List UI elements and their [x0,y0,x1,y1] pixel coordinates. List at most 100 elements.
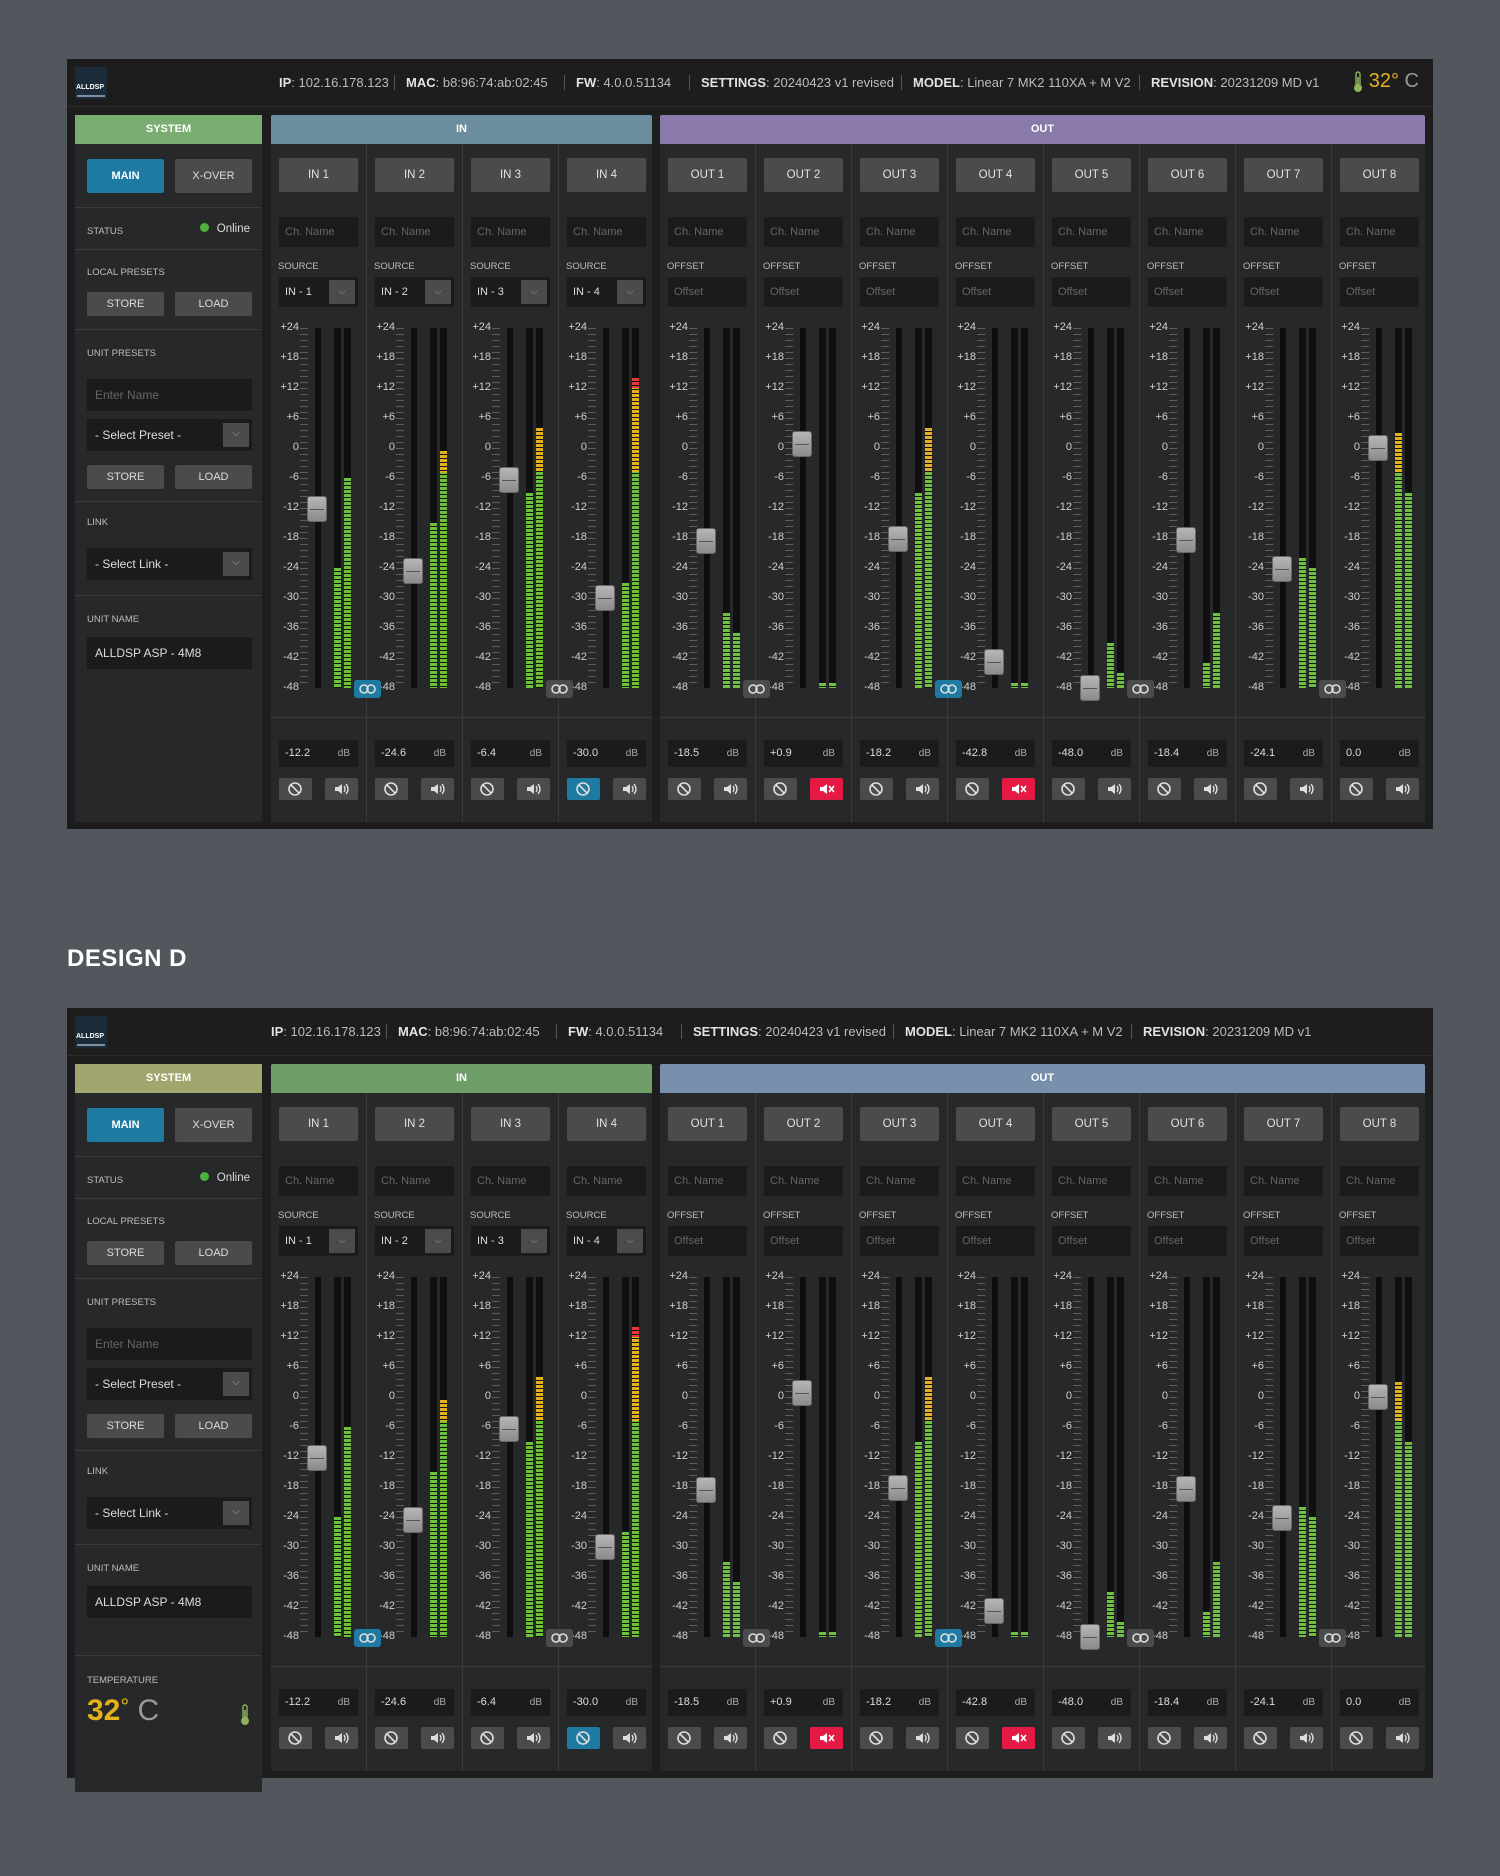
channel-name-input[interactable]: Ch. Name [1340,1166,1419,1196]
link-channels-button[interactable] [546,1629,573,1647]
main-button[interactable]: MAIN [87,1108,164,1142]
link-channels-button[interactable] [354,680,381,698]
gain-value-field[interactable]: -18.5 dB [668,740,747,767]
mute-button[interactable] [1386,1727,1419,1749]
mute-button[interactable] [906,778,939,800]
fader-handle[interactable] [792,1379,812,1406]
link-select[interactable]: - Select Link - ⌵ [87,548,252,580]
channel-button[interactable]: IN 2 [375,158,454,192]
link-channels-button[interactable] [546,680,573,698]
gain-value-field[interactable]: +0.9 dB [764,740,843,767]
channel-name-input[interactable]: Ch. Name [764,1166,843,1196]
offset-input[interactable]: Offset [860,1226,939,1256]
channel-name-input[interactable]: Ch. Name [668,217,747,247]
channel-name-input[interactable]: Ch. Name [471,217,550,247]
fader-handle[interactable] [499,467,519,493]
gain-value-field[interactable]: -30.0 dB [567,1689,646,1716]
link-select[interactable]: - Select Link - ⌵ [87,1497,252,1529]
mute-button[interactable] [421,778,454,800]
link-channels-button[interactable] [743,1629,770,1647]
channel-name-input[interactable]: Ch. Name [668,1166,747,1196]
mute-button[interactable] [613,778,646,800]
channel-button[interactable]: OUT 5 [1052,1107,1131,1141]
channel-button[interactable]: IN 2 [375,1107,454,1141]
mute-button[interactable] [1002,778,1035,800]
phase-invert-button[interactable] [1148,1727,1181,1749]
source-select[interactable]: IN - 4 ⌵ [567,277,646,307]
fader-handle[interactable] [984,649,1004,675]
gain-value-field[interactable]: -24.1 dB [1244,1689,1323,1716]
channel-button[interactable]: OUT 1 [668,158,747,192]
source-select[interactable]: IN - 1 ⌵ [279,1226,358,1256]
phase-invert-button[interactable] [279,1727,312,1749]
gain-value-field[interactable]: -24.1 dB [1244,740,1323,767]
preset-name-input[interactable]: Enter Name [87,1328,252,1360]
mute-button[interactable] [1290,778,1323,800]
channel-button[interactable]: OUT 6 [1148,1107,1227,1141]
source-select[interactable]: IN - 1 ⌵ [279,277,358,307]
mute-button[interactable] [1098,1727,1131,1749]
channel-button[interactable]: OUT 3 [860,1107,939,1141]
offset-input[interactable]: Offset [764,277,843,307]
mute-button[interactable] [613,1727,646,1749]
mute-button[interactable] [1386,778,1419,800]
gain-value-field[interactable]: -6.4 dB [471,1689,550,1716]
channel-button[interactable]: OUT 5 [1052,158,1131,192]
source-select[interactable]: IN - 2 ⌵ [375,277,454,307]
gain-value-field[interactable]: -18.2 dB [860,1689,939,1716]
gain-value-field[interactable]: -42.8 dB [956,1689,1035,1716]
local-store-button[interactable]: STORE [87,292,164,316]
mute-button[interactable] [325,1727,358,1749]
local-store-button[interactable]: STORE [87,1241,164,1265]
channel-button[interactable]: OUT 3 [860,158,939,192]
phase-invert-button[interactable] [567,778,600,800]
link-channels-button[interactable] [743,680,770,698]
mute-button[interactable] [1194,1727,1227,1749]
channel-name-input[interactable]: Ch. Name [567,1166,646,1196]
channel-name-input[interactable]: Ch. Name [1340,217,1419,247]
fader-handle[interactable] [499,1416,519,1442]
link-channels-button[interactable] [354,1629,381,1647]
fader-handle[interactable] [1080,675,1100,701]
channel-button[interactable]: IN 3 [471,1107,550,1141]
channel-button[interactable]: IN 3 [471,158,550,192]
phase-invert-button[interactable] [1244,778,1277,800]
source-select[interactable]: IN - 2 ⌵ [375,1226,454,1256]
mute-button[interactable] [517,778,550,800]
fader-handle[interactable] [307,496,327,522]
channel-button[interactable]: OUT 8 [1340,1107,1419,1141]
phase-invert-button[interactable] [764,1727,797,1749]
phase-invert-button[interactable] [668,778,701,800]
offset-input[interactable]: Offset [860,277,939,307]
fader-handle[interactable] [1176,527,1196,553]
mute-button[interactable] [421,1727,454,1749]
preset-name-input[interactable]: Enter Name [87,379,252,411]
fader-handle[interactable] [888,1475,908,1501]
channel-name-input[interactable]: Ch. Name [1052,217,1131,247]
phase-invert-button[interactable] [471,778,504,800]
mute-button[interactable] [810,778,843,800]
channel-name-input[interactable]: Ch. Name [375,1166,454,1196]
source-select[interactable]: IN - 3 ⌵ [471,1226,550,1256]
gain-value-field[interactable]: -30.0 dB [567,740,646,767]
gain-value-field[interactable]: -48.0 dB [1052,740,1131,767]
fader-handle[interactable] [696,1476,716,1503]
gain-value-field[interactable]: -18.2 dB [860,740,939,767]
gain-value-field[interactable]: -18.4 dB [1148,740,1227,767]
gain-value-field[interactable]: -42.8 dB [956,740,1035,767]
fader-handle[interactable] [1272,555,1292,582]
phase-invert-button[interactable] [1244,1727,1277,1749]
fader-handle[interactable] [307,1445,327,1471]
mute-button[interactable] [714,778,747,800]
fader-handle[interactable] [1080,1624,1100,1650]
offset-input[interactable]: Offset [668,277,747,307]
channel-button[interactable]: OUT 4 [956,158,1035,192]
channel-name-input[interactable]: Ch. Name [956,217,1035,247]
offset-input[interactable]: Offset [1052,1226,1131,1256]
phase-invert-button[interactable] [279,778,312,800]
channel-name-input[interactable]: Ch. Name [860,1166,939,1196]
mute-button[interactable] [1194,778,1227,800]
offset-input[interactable]: Offset [1340,1226,1419,1256]
channel-name-input[interactable]: Ch. Name [764,217,843,247]
offset-input[interactable]: Offset [764,1226,843,1256]
